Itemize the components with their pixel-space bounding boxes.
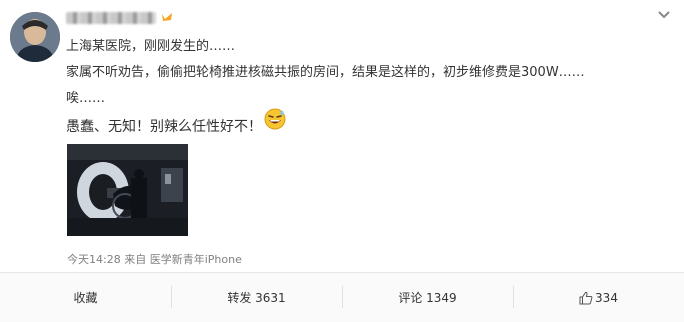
weibo-post-card: 上海某医院，刚刚发生的…… 家属不听劝告，偷偷把轮椅推进核磁共振的房间，结果是这… bbox=[0, 0, 684, 322]
repost-button[interactable]: 转发 3631 bbox=[171, 273, 342, 322]
like-button[interactable]: 334 bbox=[513, 273, 684, 322]
post-meta: 今天14:28 来自 医学新青年iPhone bbox=[67, 251, 242, 267]
post-text-line-3: 唉…… bbox=[66, 91, 106, 106]
thumbs-up-icon bbox=[579, 291, 593, 304]
post-time[interactable]: 今天14:28 bbox=[67, 253, 121, 266]
grin-sweat-emoji-icon bbox=[264, 108, 286, 130]
like-count: 334 bbox=[595, 290, 618, 305]
avatar[interactable] bbox=[10, 12, 60, 62]
comment-button[interactable]: 评论 1349 bbox=[342, 273, 513, 322]
source-prefix: 来自 bbox=[124, 253, 147, 266]
chevron-down-icon[interactable] bbox=[657, 10, 671, 20]
username-blurred[interactable] bbox=[66, 12, 156, 24]
post-text-line-2: 家属不听劝告，偷偷把轮椅推进核磁共振的房间，结果是这样的，初步维修费是300W…… bbox=[66, 65, 585, 80]
post-image-thumbnail[interactable] bbox=[67, 144, 188, 236]
favorite-button[interactable]: 收藏 bbox=[0, 273, 171, 322]
post-source[interactable]: 医学新青年iPhone bbox=[150, 253, 242, 266]
comment-label: 评论 1349 bbox=[398, 291, 457, 305]
verified-badge-icon bbox=[162, 13, 172, 21]
favorite-label: 收藏 bbox=[73, 291, 98, 305]
action-bar: 收藏 转发 3631 评论 1349 334 bbox=[0, 273, 684, 322]
post-text-line-4: 愚蠢、无知！别辣么任性好不！ bbox=[66, 119, 262, 135]
post-text-line-1: 上海某医院，刚刚发生的…… bbox=[66, 39, 236, 54]
repost-label: 转发 3631 bbox=[227, 291, 286, 305]
